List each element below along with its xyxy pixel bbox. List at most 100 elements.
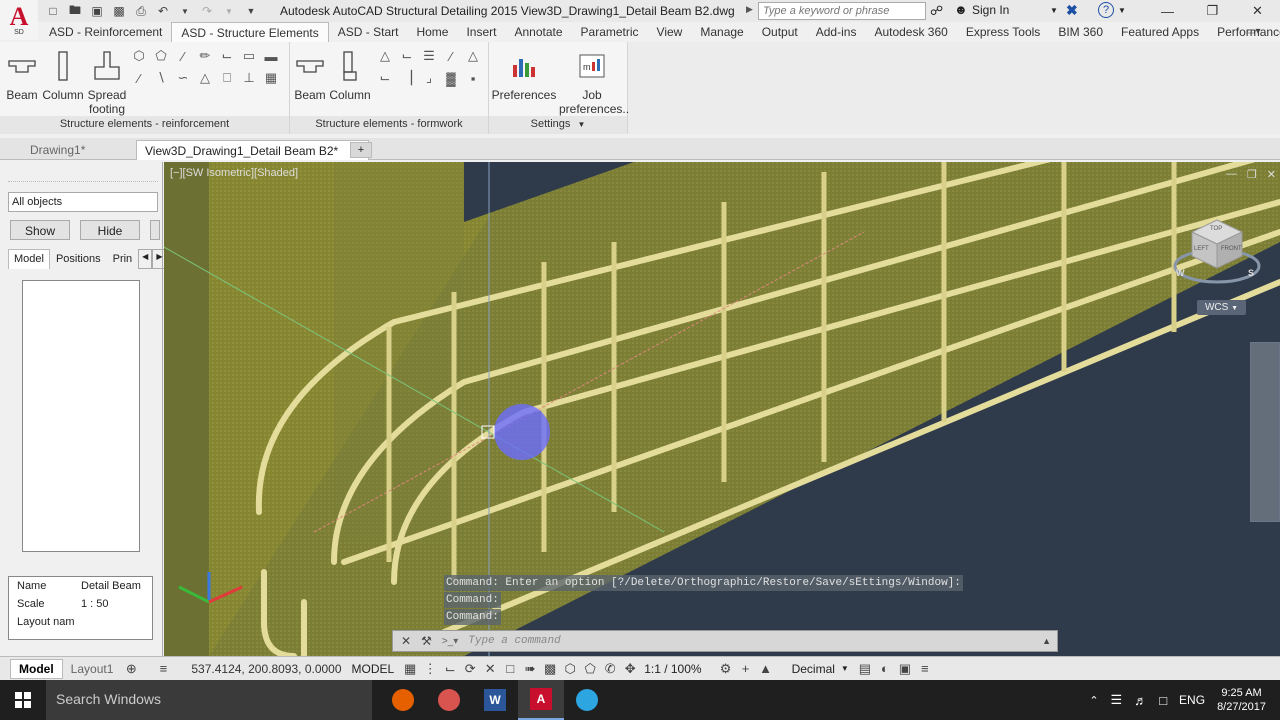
autocad-icon[interactable]: A bbox=[518, 680, 564, 720]
exchange-icon[interactable]: ✖ bbox=[1066, 2, 1078, 19]
redo-icon[interactable]: ↷ bbox=[198, 3, 216, 19]
binoculars-icon[interactable]: ☍ bbox=[930, 3, 943, 19]
compass-west[interactable]: W bbox=[1176, 268, 1185, 278]
chevron-down-icon[interactable]: ▼ bbox=[841, 664, 849, 673]
osnap-tracking-icon[interactable]: ➠ bbox=[520, 661, 540, 677]
sign-in-button[interactable]: Sign In bbox=[972, 3, 1009, 17]
ribbon-tab[interactable]: Annotate bbox=[505, 22, 571, 42]
wall-icon[interactable]: ▭ bbox=[240, 48, 258, 64]
extra-button[interactable] bbox=[150, 220, 160, 240]
volume-icon[interactable]: ♬ bbox=[1134, 693, 1147, 708]
network-icon[interactable]: ☰ bbox=[1111, 692, 1123, 708]
save-as-icon[interactable]: ▩ bbox=[110, 3, 128, 19]
slab-formwork-icon[interactable]: △ bbox=[464, 48, 482, 64]
viewcube-top-face[interactable]: TOP bbox=[1210, 226, 1222, 232]
file-tab-active[interactable]: View3D_Drawing1_Detail Beam B2* ✕ bbox=[136, 140, 369, 160]
annotation-visibility-icon[interactable]: ✆ bbox=[600, 661, 620, 677]
tab-positions[interactable]: Positions bbox=[50, 249, 107, 269]
workspace-gear-icon[interactable]: ⚙ bbox=[716, 661, 736, 677]
column-reinforcement-button[interactable]: Column bbox=[42, 48, 84, 102]
prop-value[interactable]: 1 : 50 bbox=[81, 598, 109, 610]
beam-formwork-button[interactable]: Beam bbox=[292, 48, 328, 102]
viewcube-left-face[interactable]: LEFT bbox=[1194, 246, 1209, 252]
inclined-beam-icon[interactable]: ∕ bbox=[130, 70, 148, 86]
quick-properties-icon[interactable]: ▤ bbox=[855, 661, 875, 677]
wall-footing-icon[interactable]: ⌙ bbox=[398, 48, 416, 64]
tab-model-space[interactable]: Model bbox=[10, 658, 63, 679]
notification-icon[interactable]: □ bbox=[1159, 693, 1167, 708]
ribbon-tab[interactable]: Autodesk 360 bbox=[865, 22, 956, 42]
tray-expand-icon[interactable]: ⌃ bbox=[1089, 694, 1098, 707]
ribbon-tab-active[interactable]: ASD - Structure Elements bbox=[171, 22, 329, 42]
show-button[interactable]: Show bbox=[10, 220, 70, 240]
ribbon-tab[interactable]: Output bbox=[753, 22, 807, 42]
ribbon-tab[interactable]: ASD - Reinforcement bbox=[40, 22, 171, 42]
print-icon[interactable]: ⎙ bbox=[132, 3, 150, 19]
object-filter-select[interactable]: All objects bbox=[8, 192, 158, 212]
command-prompt-icon[interactable]: >_▾ bbox=[442, 636, 458, 647]
ortho-icon[interactable]: ⌙ bbox=[440, 661, 460, 677]
navigation-bar[interactable] bbox=[1250, 342, 1280, 522]
corbel-icon[interactable]: ⌟ bbox=[420, 70, 438, 86]
file-tab[interactable]: Drawing1* bbox=[22, 140, 93, 160]
add-icon[interactable]: + bbox=[736, 661, 756, 676]
language-indicator[interactable]: ENG bbox=[1179, 693, 1205, 707]
vp-minimize-icon[interactable]: — bbox=[1226, 168, 1237, 181]
clean-screen-icon[interactable]: ▣ bbox=[895, 661, 915, 677]
tab-layout1[interactable]: Layout1 bbox=[63, 660, 122, 678]
grid-icon[interactable]: ▦ bbox=[262, 70, 280, 86]
drawing-viewport[interactable]: [−][SW Isometric][Shaded] — ❐ ✕ TOP LEFT… bbox=[164, 162, 1280, 656]
prop-value[interactable]: Detail Beam bbox=[81, 580, 141, 592]
column-formwork-button[interactable]: Column bbox=[328, 48, 372, 102]
ribbon-tab[interactable]: Performance bbox=[1208, 22, 1280, 42]
add-layout-icon[interactable]: ⊕ bbox=[121, 661, 141, 677]
coordinates[interactable]: 537.4124, 200.8093, 0.0000 bbox=[191, 662, 341, 676]
ribbon-tab[interactable]: Express Tools bbox=[957, 22, 1049, 42]
customize-icon[interactable]: ⚒ bbox=[421, 634, 432, 648]
isolate-icon[interactable]: ◐ bbox=[875, 661, 895, 676]
paint-icon[interactable] bbox=[426, 680, 472, 720]
model-tree[interactable] bbox=[22, 280, 140, 552]
pencil-icon[interactable]: ✏ bbox=[196, 48, 214, 64]
redo-dropdown-icon[interactable]: ▼ bbox=[220, 3, 238, 19]
stair-icon[interactable]: ⌙ bbox=[218, 48, 236, 64]
status-menu-icon[interactable]: ≡ bbox=[153, 661, 173, 676]
minimize-icon[interactable]: — bbox=[1145, 0, 1190, 22]
dynamic-ucs-icon[interactable]: ⬠ bbox=[580, 661, 600, 677]
new-icon[interactable]: □ bbox=[44, 3, 62, 19]
word-icon[interactable]: W bbox=[472, 680, 518, 720]
triangle-icon[interactable]: △ bbox=[196, 70, 214, 86]
hardware-accel-icon[interactable]: ▲ bbox=[756, 661, 776, 676]
new-tab-icon[interactable]: + bbox=[350, 142, 372, 158]
vp-restore-icon[interactable]: ❐ bbox=[1247, 168, 1257, 181]
open-icon[interactable]: 🖿 bbox=[66, 3, 84, 19]
customization-icon[interactable]: ≡ bbox=[915, 661, 935, 676]
help-search-input[interactable]: Type a keyword or phrase bbox=[758, 2, 926, 20]
viewport-label[interactable]: [−][SW Isometric][Shaded] bbox=[170, 167, 298, 179]
search-expand-icon[interactable]: ▶ bbox=[746, 4, 753, 15]
system-clock[interactable]: 9:25 AM 8/27/2017 bbox=[1217, 686, 1266, 714]
panel-title-settings[interactable]: Settings ▼ bbox=[489, 116, 627, 134]
maximize-icon[interactable]: ❐ bbox=[1190, 0, 1235, 22]
telegram-icon[interactable] bbox=[564, 680, 610, 720]
ribbon-tab[interactable]: Parametric bbox=[572, 22, 648, 42]
ribbon-tab[interactable]: Manage bbox=[691, 22, 752, 42]
units-select[interactable]: Decimal bbox=[792, 662, 835, 676]
curved-beam-icon[interactable]: ∽ bbox=[174, 70, 192, 86]
annotation-scale-icon[interactable]: ✥ bbox=[620, 661, 640, 677]
beam-on-beam-icon[interactable]: ⬡ bbox=[130, 48, 148, 64]
firefox-icon[interactable] bbox=[380, 680, 426, 720]
command-close-icon[interactable]: ✕ bbox=[401, 634, 411, 648]
annotation-scale[interactable]: 1:1 / 100% bbox=[644, 662, 701, 676]
undo-dropdown-icon[interactable]: ▼ bbox=[176, 3, 194, 19]
tool-icon[interactable]: ☰ bbox=[420, 48, 438, 64]
spread-footing-button[interactable]: Spread footing bbox=[86, 48, 128, 116]
ribbon-tab[interactable]: Featured Apps bbox=[1112, 22, 1208, 42]
save-icon[interactable]: ▣ bbox=[88, 3, 106, 19]
viewcube[interactable]: TOP LEFT FRONT W S bbox=[1172, 212, 1262, 295]
close-icon[interactable]: ✕ bbox=[1235, 0, 1280, 22]
tab-model[interactable]: Model bbox=[8, 249, 50, 269]
ribbon-tab[interactable]: View bbox=[648, 22, 692, 42]
customize-qat-icon[interactable]: ▼ bbox=[242, 3, 260, 19]
command-line[interactable]: ✕ ⚒ >_▾ Type a command ▲ bbox=[392, 630, 1058, 652]
